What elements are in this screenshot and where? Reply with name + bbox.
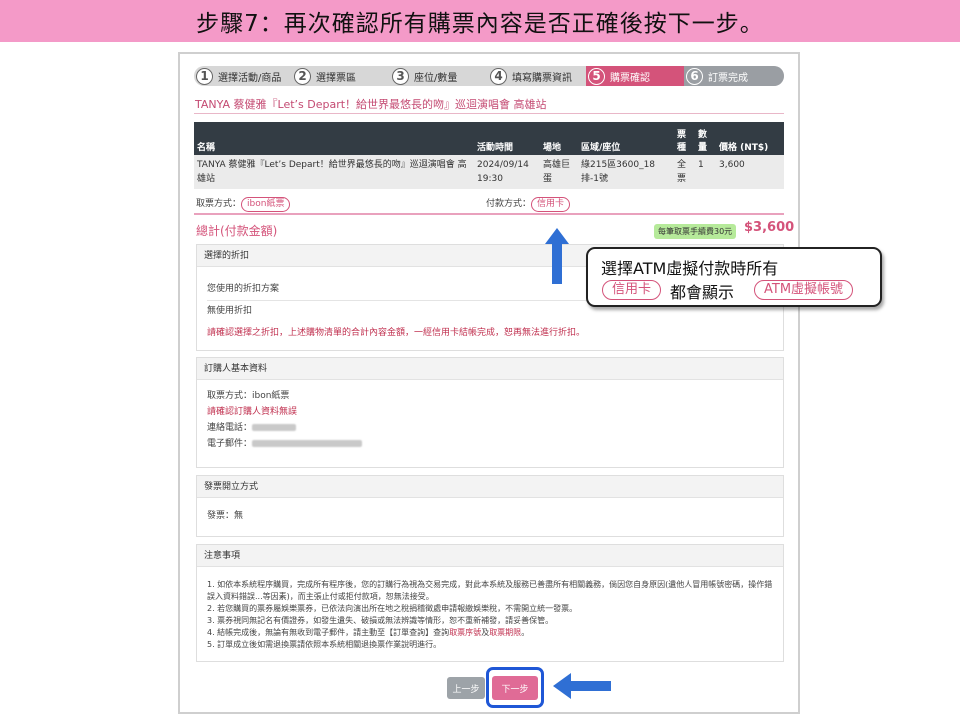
callout-text-line1: 選擇ATM虛擬付款時所有 (601, 259, 779, 278)
step-4: 4 填寫購票資訊 (488, 66, 586, 86)
phone-label: 連絡電話： (207, 423, 253, 433)
buyer-pickup: 取票方式：ibon紙票 (207, 391, 290, 401)
step-number: 4 (490, 67, 507, 85)
invoice-header: 發票開立方式 (197, 476, 783, 498)
divider (194, 113, 784, 114)
note-item: 3. 票券視同無記名有價證券，如發生遺失、破損或無法辨識等情形，恕不重新補發，請… (207, 616, 554, 625)
cell-venue: 高雄巨蛋 (540, 155, 578, 189)
step-label: 填寫購票資訊 (512, 72, 572, 84)
col-seat: 區域/座位 (578, 122, 674, 155)
step-3: 3 座位/數量 (390, 66, 488, 86)
buyer-header: 訂購人基本資料 (197, 358, 783, 380)
payment-method: 付款方式： 信用卡 (486, 196, 571, 212)
fee-badge: 每筆取票手續費30元 (654, 224, 737, 239)
col-type: 票種 (674, 122, 695, 155)
cell-seat: 綠215區3600_18排-1號 (578, 155, 674, 189)
buyer-panel: 訂購人基本資料 取票方式：ibon紙票 請確認訂購人資料無誤 連絡電話： 電子郵… (196, 357, 784, 468)
step-progress-bar: 1 選擇活動/商品 2 選擇票區 3 座位/數量 4 填寫購票資訊 5 購票確認 6 訂票完… (194, 66, 784, 86)
pickup-label: 取票方式： (196, 199, 242, 209)
up-arrow-annotation (545, 228, 569, 284)
divider (194, 213, 784, 215)
cell-time: 2024/09/14 19:30 (474, 155, 540, 189)
cell-qty: 1 (695, 155, 716, 189)
step-label: 購票確認 (610, 72, 650, 84)
invoice-panel: 發票開立方式 發票：無 (196, 475, 784, 537)
notes-panel: 注意事項 1. 如依本系統程序購買，完成所有程序後，您的訂購行為視為交易完成，對… (196, 544, 784, 662)
buyer-confirm-note: 請確認訂購人資料無誤 (207, 407, 298, 417)
event-title: TANYA 蔡健雅『Let’s Depart！給世界最悠長的吻』巡迴演唱會 高雄… (195, 98, 547, 111)
payment-pill: 信用卡 (531, 197, 571, 212)
step-6: 6 訂票完成 (684, 66, 784, 86)
callout-box: 選擇ATM虛擬付款時所有 信用卡 都會顯示 ATM虛擬帳號 (586, 247, 882, 307)
col-qty: 數量 (695, 122, 716, 155)
note-item: 1. 如依本系統程序購買，完成所有程序後，您的訂購行為視為交易完成，對此本系統及… (207, 580, 773, 601)
step-number: 5 (588, 67, 605, 85)
next-step-button[interactable]: 下一步 (492, 676, 538, 700)
step-number: 3 (392, 67, 409, 85)
discount-note: 請確認選擇之折扣，上述購物清單的合計內容金額，一經信用卡結帳完成，恕再無法進行折… (207, 328, 586, 338)
email-label: 電子郵件： (207, 439, 253, 449)
buyer-email: 電子郵件： (207, 436, 773, 452)
cell-price: 3,600 (716, 155, 784, 189)
col-name: 名稱 (194, 122, 474, 155)
ticket-table: 名稱 活動時間 場地 區域/座位 票種 數量 價格 (NT$) TANYA 蔡健… (194, 122, 784, 189)
step-number: 1 (196, 67, 213, 85)
cell-type: 全票 (674, 155, 695, 189)
instruction-banner: 步驟7：再次確認所有購票內容是否正確後按下一步。 (0, 0, 960, 42)
col-venue: 場地 (540, 122, 578, 155)
note-item: 5. 訂單成立後如需退換票請依照本系統相關退換票作業說明進行。 (207, 640, 442, 649)
step-1: 1 選擇活動/商品 (194, 66, 292, 86)
redacted-email (252, 440, 363, 447)
redacted-phone (252, 424, 297, 431)
left-arrow-annotation (553, 673, 611, 699)
callout-credit-card-pill: 信用卡 (602, 280, 662, 300)
col-time: 活動時間 (474, 122, 540, 155)
col-price: 價格 (NT$) (716, 122, 784, 155)
callout-text-line2: 都會顯示 (670, 283, 735, 302)
total-label: 總計(付款金額) (196, 224, 278, 238)
invoice-value: 發票：無 (207, 511, 244, 521)
pickup-pill: ibon紙票 (241, 197, 291, 212)
notes-header: 注意事項 (197, 545, 783, 567)
cell-name: TANYA 蔡健雅『Let’s Depart！給世界最悠長的吻』巡迴演唱會 高雄… (194, 155, 474, 189)
step-number: 2 (294, 67, 311, 85)
total-amount: $3,600 (744, 220, 795, 235)
step-number: 6 (686, 67, 703, 85)
table-header-row: 名稱 活動時間 場地 區域/座位 票種 數量 價格 (NT$) (194, 122, 784, 155)
note-item: 2. 若您購買的票券屬娛樂票券，已依法向演出所在地之稅捐稽徵處申請報繳娛樂稅，不… (207, 604, 578, 613)
buyer-phone: 連絡電話： (207, 420, 773, 436)
step-2: 2 選擇票區 (292, 66, 390, 86)
callout-atm-pill: ATM虛擬帳號 (754, 280, 854, 300)
note-item: 4. 結帳完成後，無論有無收到電子郵件，請主動至【訂單查詢】查詢取票序號及取票期… (207, 628, 530, 637)
step-label: 座位/數量 (414, 72, 458, 84)
prev-step-button[interactable]: 上一步 (447, 677, 485, 699)
step-5-current: 5 購票確認 (586, 66, 684, 86)
step-label: 訂票完成 (708, 72, 748, 84)
payment-label: 付款方式： (486, 199, 532, 209)
pickup-method: 取票方式： ibon紙票 (196, 196, 291, 212)
table-row: TANYA 蔡健雅『Let’s Depart！給世界最悠長的吻』巡迴演唱會 高雄… (194, 155, 784, 189)
step-label: 選擇活動/商品 (218, 72, 282, 84)
step-label: 選擇票區 (316, 72, 356, 84)
